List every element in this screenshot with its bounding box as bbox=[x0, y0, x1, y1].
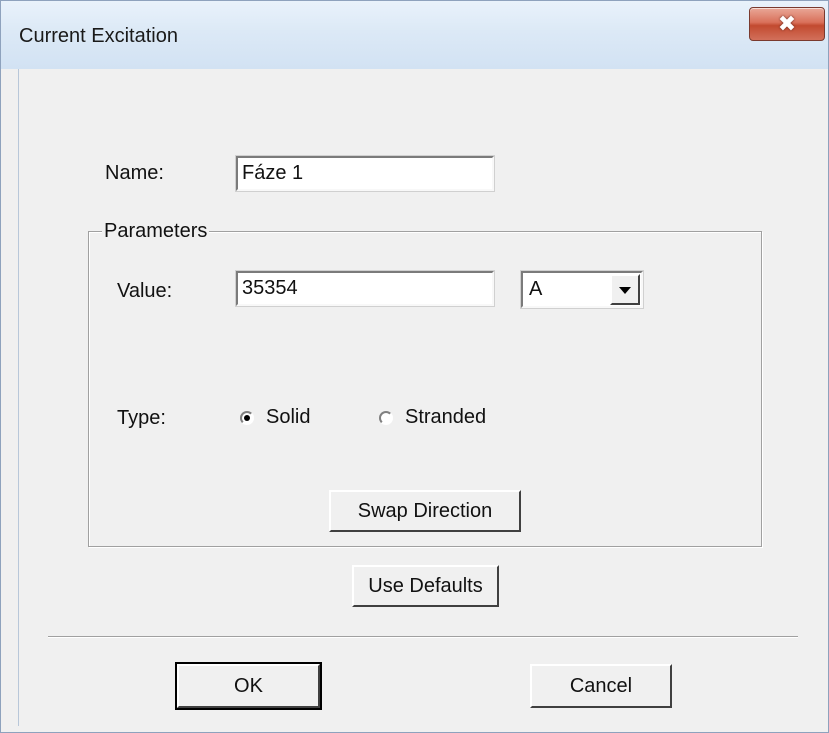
type-label: Type: bbox=[117, 407, 166, 429]
radio-stranded-indicator[interactable] bbox=[379, 410, 393, 425]
separator-line bbox=[48, 636, 798, 638]
close-icon: ✖ bbox=[777, 11, 797, 37]
window-title: Current Excitation bbox=[19, 25, 178, 47]
radio-selected-dot bbox=[244, 414, 250, 421]
unit-select[interactable]: A bbox=[520, 270, 644, 309]
ok-button[interactable]: OK bbox=[175, 662, 322, 710]
parameters-group-title: Parameters bbox=[102, 220, 210, 243]
close-button[interactable]: ✖ bbox=[749, 7, 825, 41]
chevron-down-icon bbox=[619, 287, 631, 294]
radio-stranded-label: Stranded bbox=[405, 406, 487, 428]
name-field[interactable] bbox=[235, 155, 495, 192]
use-defaults-button[interactable]: Use Defaults bbox=[352, 565, 499, 607]
cancel-button[interactable]: Cancel bbox=[530, 664, 672, 708]
radio-stranded[interactable]: Stranded bbox=[379, 406, 486, 429]
value-label: Value: bbox=[117, 280, 173, 302]
unit-dropdown-button[interactable] bbox=[610, 274, 640, 305]
name-label: Name: bbox=[105, 162, 164, 184]
dialog-window: Current Excitation ✖ Name: Parameters Va… bbox=[0, 0, 829, 733]
radio-solid-indicator[interactable] bbox=[240, 410, 254, 425]
radio-solid[interactable]: Solid bbox=[240, 406, 310, 429]
value-field[interactable] bbox=[235, 270, 495, 307]
swap-direction-button[interactable]: Swap Direction bbox=[329, 490, 521, 532]
title-bar[interactable]: Current Excitation ✖ bbox=[1, 1, 828, 69]
unit-select-value: A bbox=[529, 278, 543, 300]
radio-solid-label: Solid bbox=[266, 406, 311, 428]
